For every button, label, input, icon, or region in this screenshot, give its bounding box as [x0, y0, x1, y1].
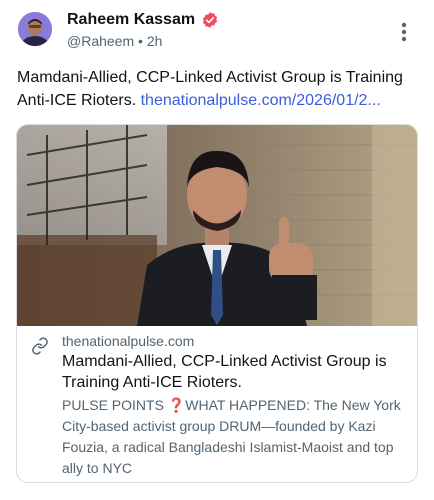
- link-icon: [31, 337, 49, 355]
- card-title[interactable]: Mamdani-Allied, CCP-Linked Activist Grou…: [62, 351, 407, 393]
- link-preview-card[interactable]: thenationalpulse.com Mamdani-Allied, CCP…: [16, 124, 418, 483]
- more-vertical-icon[interactable]: [398, 20, 410, 44]
- post-link[interactable]: thenationalpulse.com/2026/01/2...: [141, 92, 381, 109]
- verified-badge-icon: [201, 11, 219, 29]
- author-handle[interactable]: @Raheem: [67, 33, 134, 49]
- post-text: Mamdani-Allied, CCP-Linked Activist Grou…: [17, 66, 417, 112]
- card-image[interactable]: [17, 125, 417, 326]
- avatar[interactable]: [18, 12, 52, 46]
- author-name[interactable]: Raheem Kassam: [67, 11, 195, 29]
- post-meta: @Raheem • 2h: [67, 33, 162, 49]
- card-description: PULSE POINTS ❓WHAT HAPPENED: The New Yor…: [62, 397, 401, 476]
- post-time[interactable]: 2h: [147, 33, 163, 49]
- card-domain[interactable]: thenationalpulse.com: [62, 333, 194, 349]
- meta-separator: •: [138, 33, 143, 49]
